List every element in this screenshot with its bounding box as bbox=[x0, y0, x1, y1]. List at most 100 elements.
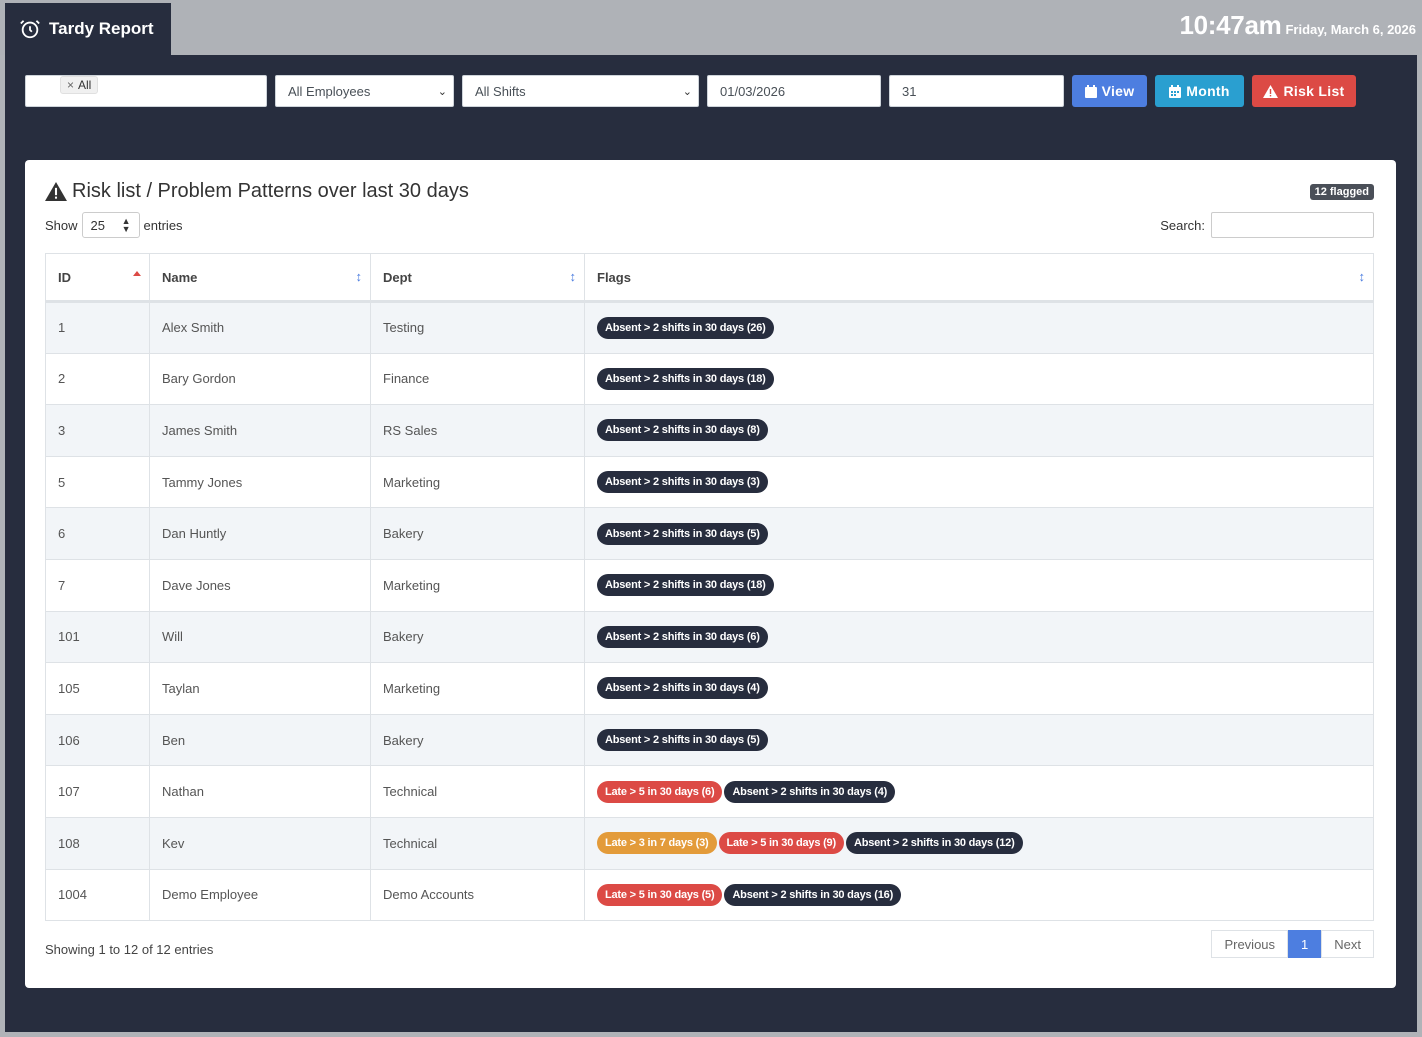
id-cell: 6 bbox=[45, 507, 150, 560]
page-length-control: Show 25 ▲ ▼ entries bbox=[45, 212, 183, 238]
flags-cell: Absent > 2 shifts in 30 days (5) bbox=[584, 507, 1374, 560]
flag-badge: Late > 5 in 30 days (9) bbox=[718, 832, 844, 855]
table-row[interactable]: 2 Bary Gordon Finance Absent > 2 shifts in … bbox=[45, 352, 1374, 406]
sort-asc-icon bbox=[133, 271, 141, 276]
main-panel: × All All Employees ⌄ All Shifts ⌄ 01/03… bbox=[5, 55, 1417, 1032]
name-cell: Taylan bbox=[149, 662, 371, 715]
top-bar: Tardy Report 10:47am Friday, March 6, 20… bbox=[0, 0, 1422, 55]
next-button[interactable]: Next bbox=[1321, 930, 1374, 958]
name-cell: Nathan bbox=[149, 765, 371, 818]
risk-table: ID Name ↕ Dept ↕ Flags ↕ 1 Alex Smith Testing… bbox=[45, 253, 1374, 922]
days-input-value: 31 bbox=[902, 83, 917, 99]
calendar-icon bbox=[1084, 84, 1097, 98]
month-button[interactable]: Month bbox=[1155, 75, 1244, 107]
app-title-tab[interactable]: Tardy Report bbox=[5, 3, 171, 55]
name-cell: Will bbox=[149, 610, 371, 664]
shift-select[interactable]: All Shifts ⌄ bbox=[462, 75, 699, 107]
id-cell: 1 bbox=[45, 301, 150, 354]
employee-select-value: All Employees bbox=[288, 83, 371, 99]
flag-badge: Late > 5 in 30 days (5) bbox=[597, 883, 723, 906]
days-input[interactable]: 31 bbox=[889, 75, 1064, 107]
employee-select[interactable]: All Employees ⌄ bbox=[275, 75, 454, 107]
app-title: Tardy Report bbox=[49, 19, 154, 38]
chevron-down-icon: ⌄ bbox=[437, 86, 447, 98]
flags-cell: Late > 5 in 30 days (5) Absent > 2 shifts… bbox=[584, 868, 1374, 922]
table-row[interactable]: 3 James Smith RS Sales Absent > 2 shifts in… bbox=[45, 404, 1374, 457]
name-cell: Tammy Jones bbox=[149, 455, 371, 509]
view-button[interactable]: View bbox=[1072, 75, 1147, 107]
dept-cell: Technical bbox=[370, 816, 585, 870]
column-header-dept[interactable]: Dept ↕ bbox=[370, 253, 585, 303]
alarm-clock-icon bbox=[20, 20, 40, 39]
table-row[interactable]: 5 Tammy Jones Marketing Absent > 2 shifts i… bbox=[45, 455, 1374, 509]
dept-cell: Marketing bbox=[370, 662, 585, 715]
flag-badge: Absent > 2 shifts in 30 days (3) bbox=[597, 471, 768, 494]
id-cell: 108 bbox=[45, 816, 150, 870]
name-cell: James Smith bbox=[149, 404, 371, 457]
flag-badge: Late > 3 in 7 days (3) bbox=[597, 832, 717, 855]
name-cell: Dave Jones bbox=[149, 558, 371, 612]
flag-badge: Absent > 2 shifts in 30 days (18) bbox=[597, 574, 774, 597]
column-header-flags[interactable]: Flags ↕ bbox=[584, 253, 1374, 303]
flag-badge: Absent > 2 shifts in 30 days (4) bbox=[597, 677, 768, 700]
dept-cell: Bakery bbox=[370, 507, 585, 560]
remove-tag-icon[interactable]: × bbox=[67, 78, 74, 92]
flag-badge: Absent > 2 shifts in 30 days (12) bbox=[845, 832, 1023, 855]
risk-list-button[interactable]: Risk List bbox=[1252, 75, 1356, 107]
table-row[interactable]: 105 Taylan Marketing Absent > 2 shifts in 3… bbox=[45, 662, 1374, 715]
show-label: Show bbox=[45, 217, 78, 233]
warning-icon bbox=[45, 182, 67, 201]
clock: 10:47am Friday, March 6, 2026 bbox=[1179, 10, 1416, 41]
card-title-text: Risk list / Problem Patterns over last 3… bbox=[72, 180, 469, 202]
flags-cell: Absent > 2 shifts in 30 days (3) bbox=[584, 455, 1374, 509]
dept-cell: Finance bbox=[370, 352, 585, 406]
name-cell: Alex Smith bbox=[149, 301, 371, 354]
previous-button[interactable]: Previous bbox=[1211, 930, 1289, 958]
id-cell: 2 bbox=[45, 352, 150, 406]
table-row[interactable]: 108 Kev Technical Late > 3 in 7 days (3) Lat… bbox=[45, 816, 1374, 870]
table-row[interactable]: 106 Ben Bakery Absent > 2 shifts in 30 days… bbox=[45, 713, 1374, 767]
table-row[interactable]: 6 Dan Huntly Bakery Absent > 2 shifts in 30… bbox=[45, 507, 1374, 560]
flags-cell: Absent > 2 shifts in 30 days (18) bbox=[584, 558, 1374, 612]
flag-badge: Absent > 2 shifts in 30 days (5) bbox=[597, 522, 768, 545]
id-cell: 5 bbox=[45, 455, 150, 509]
table-row[interactable]: 1004 Demo Employee Demo Accounts Late > 5 i… bbox=[45, 868, 1374, 922]
clock-date: Friday, March 6, 2026 bbox=[1285, 22, 1416, 37]
table-row[interactable]: 7 Dave Jones Marketing Absent > 2 shifts in… bbox=[45, 558, 1374, 612]
flag-badge: Absent > 2 shifts in 30 days (4) bbox=[724, 780, 896, 803]
date-input[interactable]: 01/03/2026 bbox=[707, 75, 881, 107]
flags-cell: Late > 5 in 30 days (6) Absent > 2 shifts… bbox=[584, 765, 1374, 818]
dept-cell: Demo Accounts bbox=[370, 868, 585, 922]
risk-list-button-label: Risk List bbox=[1283, 83, 1345, 99]
calendar-grid-icon bbox=[1169, 84, 1182, 98]
table-row[interactable]: 1 Alex Smith Testing Absent > 2 shifts in 3… bbox=[45, 301, 1374, 354]
risk-list-card: Risk list / Problem Patterns over last 3… bbox=[25, 160, 1396, 988]
name-cell: Demo Employee bbox=[149, 868, 371, 922]
flag-badge: Absent > 2 shifts in 30 days (5) bbox=[597, 729, 768, 752]
id-cell: 3 bbox=[45, 404, 150, 457]
search-input[interactable] bbox=[1211, 212, 1374, 238]
dept-cell: RS Sales bbox=[370, 404, 585, 457]
flagged-count-badge: 12 flagged bbox=[1309, 184, 1374, 200]
table-row[interactable]: 107 Nathan Technical Late > 5 in 30 days (6… bbox=[45, 765, 1374, 818]
page-1-button[interactable]: 1 bbox=[1288, 930, 1322, 958]
id-cell: 101 bbox=[45, 610, 150, 664]
name-cell: Ben bbox=[149, 713, 371, 767]
updown-icon: ▲ ▼ bbox=[121, 216, 131, 234]
table-row[interactable]: 101 Will Bakery Absent > 2 shifts in 30 day… bbox=[45, 610, 1374, 664]
column-header-id[interactable]: ID bbox=[45, 253, 150, 303]
page-length-value: 25 bbox=[90, 217, 105, 233]
chevron-down-icon: ⌄ bbox=[682, 86, 692, 98]
column-header-name[interactable]: Name ↕ bbox=[149, 253, 371, 303]
dept-cell: Marketing bbox=[370, 558, 585, 612]
table-search: Search: bbox=[1160, 212, 1374, 238]
warning-icon bbox=[1263, 84, 1279, 98]
page-length-select[interactable]: 25 ▲ ▼ bbox=[81, 212, 140, 238]
department-multiselect[interactable]: × All bbox=[25, 75, 267, 107]
flags-cell: Absent > 2 shifts in 30 days (8) bbox=[584, 404, 1374, 457]
dept-cell: Testing bbox=[370, 301, 585, 354]
flag-badge: Absent > 2 shifts in 30 days (26) bbox=[597, 316, 774, 339]
table-header-row: ID Name ↕ Dept ↕ Flags ↕ bbox=[45, 253, 1374, 303]
search-label: Search: bbox=[1160, 217, 1205, 233]
flag-badge: Absent > 2 shifts in 30 days (8) bbox=[597, 419, 768, 442]
